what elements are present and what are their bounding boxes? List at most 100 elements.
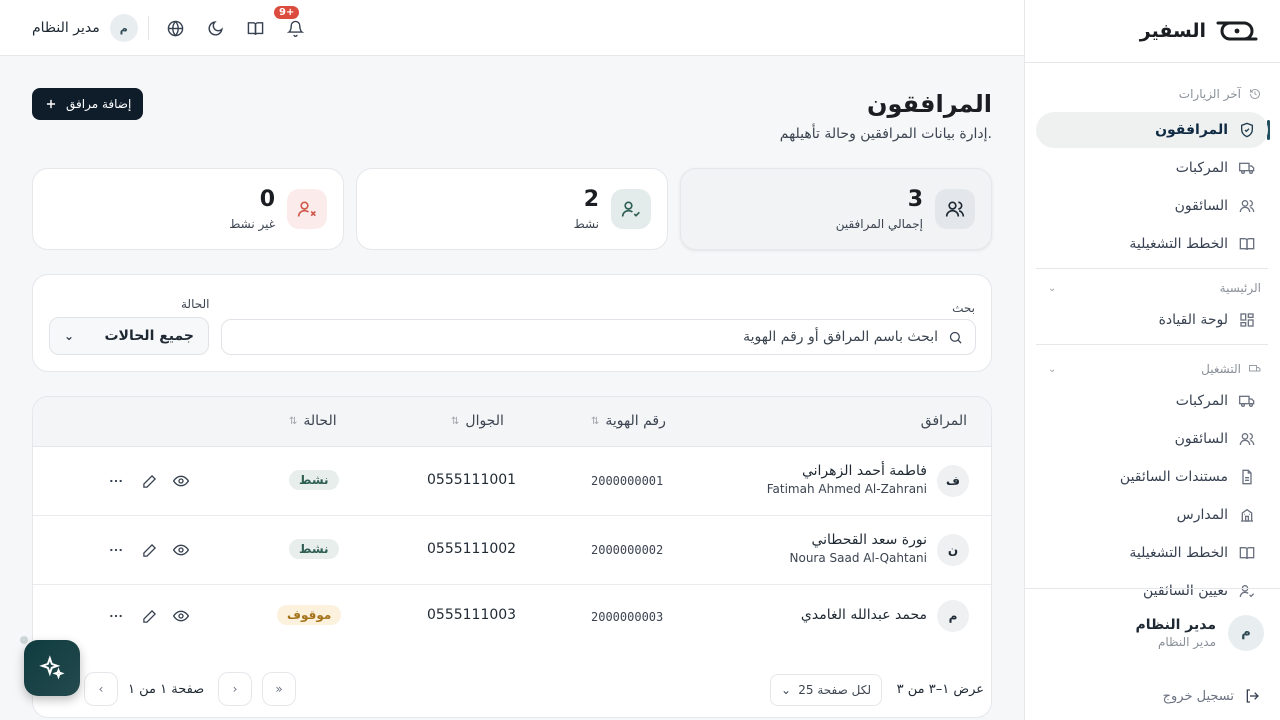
status-select[interactable]: ⌄ جميع الحالات [49, 317, 209, 355]
edit-icon[interactable] [140, 541, 158, 559]
users-icon [1238, 430, 1256, 448]
sidebar: السفير آخر الزيارات المرافقون المركبات ا… [1024, 0, 1280, 720]
phone-number: 0555111002 [427, 541, 517, 557]
sparkles-icon [39, 655, 65, 680]
column-escort[interactable]: المرافق [921, 413, 967, 429]
sidebar-item-dashboard[interactable]: لوحة القيادة [1036, 302, 1268, 338]
logout-button[interactable]: تسجيل خروج [1163, 688, 1260, 704]
moon-icon[interactable] [204, 17, 226, 39]
table-row[interactable]: ف فاطمة أحمد الزهراني Fatimah Ahmed Al-Z… [33, 447, 991, 516]
search-input[interactable]: ابحث باسم المرافق أو رقم الهوية [221, 319, 976, 355]
sidebar-item-schools[interactable]: المدارس [1036, 497, 1268, 533]
sidebar-item-driver-documents[interactable]: مستندات السائقين [1036, 459, 1268, 495]
prev-page-button[interactable]: ‹ [84, 672, 118, 706]
recent-items: المرافقون المركبات السائقون الخطط التشغي… [1024, 112, 1280, 275]
topbar-user-menu[interactable]: مدير النظام م [32, 14, 138, 42]
chevron-down-icon: ⌄ [1048, 282, 1057, 294]
sidebar-user[interactable]: مدير النظام مدير النظام م [1024, 588, 1280, 660]
table-header: المرافق ⇅ رقم الهوية ⇅ الجوال ⇅ الحالة [33, 397, 991, 447]
book-open-icon [1238, 235, 1256, 253]
logout-icon [1246, 689, 1259, 703]
page-subtitle: إدارة بيانات المرافقين وحالة تأهيلهم. [779, 126, 992, 142]
sidebar-user-role: مدير النظام [1157, 634, 1216, 649]
file-text-icon [1238, 468, 1256, 486]
filters-card: بحث الحالة ابحث باسم المرافق أو رقم الهو… [32, 274, 992, 372]
bell-icon[interactable] [284, 17, 306, 39]
status-badge: موقوف [277, 605, 342, 625]
users-icon [1238, 197, 1256, 215]
table-row[interactable]: ن نورة سعد القحطاني Noura Saad Al-Qahtan… [33, 516, 991, 585]
page-title: المرافقون [866, 90, 992, 118]
edit-icon[interactable] [140, 472, 158, 490]
column-phone[interactable]: ⇅ الجوال [451, 413, 504, 429]
chevron-down-icon: ⌄ [781, 683, 792, 697]
main-items: لوحة القيادة [1024, 302, 1280, 351]
sidebar-item-plans-recent[interactable]: الخطط التشغيلية [1036, 226, 1268, 262]
ai-assistant-button[interactable] [24, 640, 80, 696]
sidebar-user-name: مدير النظام [1135, 616, 1216, 633]
table-row[interactable]: م محمد عبدالله الغامدي 2000000003 055511… [33, 585, 991, 649]
truck-icon [1238, 159, 1256, 177]
users-icon [935, 189, 975, 229]
dashboard-icon [1238, 311, 1256, 329]
stat-card-inactive[interactable]: 0 غير نشط [32, 168, 344, 250]
eye-icon[interactable] [172, 472, 190, 490]
history-icon [1250, 89, 1260, 99]
sidebar-divider [1036, 268, 1268, 269]
first-page-button[interactable]: » [262, 672, 296, 706]
globe-icon[interactable] [164, 17, 186, 39]
user-x-icon [287, 189, 327, 229]
eye-icon[interactable] [172, 541, 190, 559]
book-open-icon[interactable] [244, 17, 266, 39]
stat-card-active[interactable]: 2 نشط [356, 168, 668, 250]
search-icon [949, 331, 962, 344]
next-page-button[interactable]: › [218, 672, 252, 706]
sidebar-item-drivers[interactable]: السائقون [1036, 421, 1268, 457]
status-badge: نشط [289, 539, 339, 559]
main-heading[interactable]: ⌄ الرئيسية [1024, 276, 1280, 300]
phone-number: 0555111001 [427, 472, 517, 488]
truck-icon [1249, 365, 1261, 372]
avatar: م [109, 14, 138, 42]
stat-card-total[interactable]: 3 إجمالي المرافقين [680, 168, 992, 250]
chevron-right-icon: › [232, 682, 238, 696]
app-logo[interactable]: السفير [1025, 0, 1280, 63]
double-chevron-right-icon: » [275, 682, 283, 696]
topbar-user-name: مدير النظام [32, 20, 100, 36]
column-id-number[interactable]: ⇅ رقم الهوية [591, 413, 666, 429]
add-escort-button[interactable]: إضافة مرافق [32, 88, 144, 120]
per-page-select[interactable]: ⌄ لكل صفحة 25 [770, 674, 882, 706]
more-icon[interactable] [107, 472, 125, 490]
main-section: ⌄ الرئيسية [1024, 276, 1280, 300]
showing-text: عرض ١–٣ من ٣ [896, 682, 984, 697]
id-number: 2000000002 [591, 543, 664, 557]
search-label: بحث [952, 301, 975, 315]
avatar: م [937, 600, 969, 632]
chevron-left-icon: ‹ [98, 682, 104, 696]
escort-name-en: Fatimah Ahmed Al-Zahrani [766, 482, 927, 496]
sidebar-item-vehicles-recent[interactable]: المركبات [1036, 150, 1268, 186]
avatar: ف [937, 465, 969, 497]
more-icon[interactable] [107, 607, 125, 625]
column-status[interactable]: ⇅ الحالة [289, 413, 337, 429]
stat-inactive-value: 0 [259, 187, 275, 212]
ops-items: المركبات السائقون مستندات السائقين المدا… [1024, 383, 1280, 611]
id-number: 2000000001 [591, 474, 664, 488]
notifications-badge: 9+ [274, 6, 300, 19]
sidebar-item-escorts[interactable]: المرافقون [1036, 112, 1268, 148]
sidebar-item-plans[interactable]: الخطط التشغيلية [1036, 535, 1268, 571]
edit-icon[interactable] [140, 607, 158, 625]
eye-icon[interactable] [172, 607, 190, 625]
sort-icon: ⇅ [591, 415, 600, 427]
school-icon [1238, 506, 1256, 524]
more-icon[interactable] [107, 541, 125, 559]
book-open-icon [1238, 544, 1256, 562]
page-info: صفحة ١ من ١ [128, 682, 205, 697]
escort-name-ar: محمد عبدالله الغامدي [800, 607, 927, 623]
fab-indicator [20, 636, 28, 644]
ops-heading[interactable]: ⌄ التشغيل [1024, 357, 1280, 381]
sidebar-item-drivers-recent[interactable]: السائقون [1036, 188, 1268, 224]
recent-section: آخر الزيارات [1024, 82, 1280, 106]
sidebar-item-vehicles[interactable]: المركبات [1036, 383, 1268, 419]
sort-icon: ⇅ [451, 415, 460, 427]
